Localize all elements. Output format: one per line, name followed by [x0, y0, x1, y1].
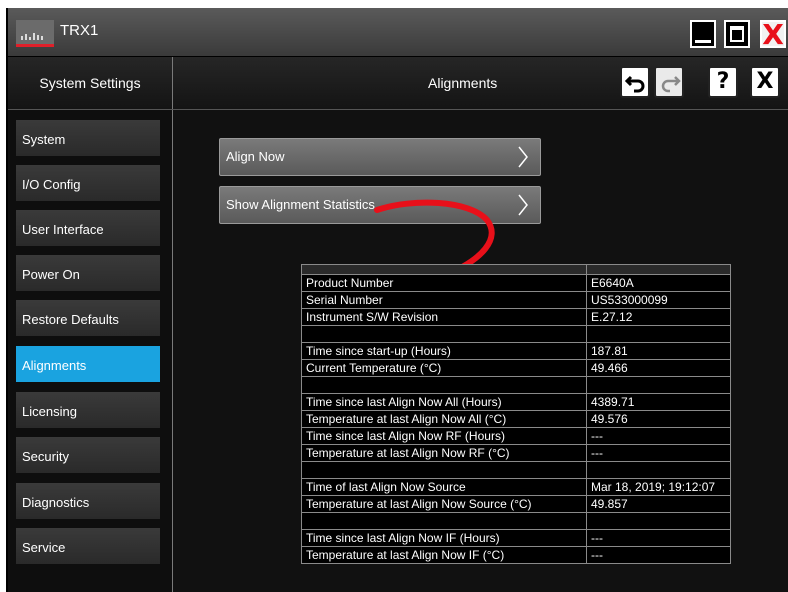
- chevron-right-icon: [518, 194, 528, 216]
- alignments-panel: Align Now Show Alignment Statistics Prod…: [173, 110, 788, 592]
- sidebar-item-power-on[interactable]: Power On: [16, 255, 160, 291]
- table-row: [301, 461, 731, 479]
- table-row: Temperature at last Align Now Source (°C…: [301, 495, 731, 513]
- help-button[interactable]: ?: [708, 66, 738, 98]
- table-row: Instrument S/W Revision E.27.12: [301, 308, 731, 326]
- table-row: Product Number E6640A: [301, 274, 731, 292]
- align-now-button[interactable]: Align Now: [219, 138, 541, 176]
- stat-value: [586, 461, 731, 479]
- stat-label: Serial Number: [301, 291, 587, 309]
- undo-icon: [625, 75, 645, 93]
- page-title: Alignments: [428, 75, 498, 91]
- sidebar-item-alignments[interactable]: Alignments: [16, 346, 160, 382]
- stat-value: [586, 376, 731, 394]
- close-panel-button[interactable]: X: [750, 66, 780, 98]
- sidebar-item-security[interactable]: Security: [16, 437, 160, 473]
- table-row: Time since start-up (Hours) 187.81: [301, 342, 731, 360]
- sidebar-item-user-interface[interactable]: User Interface: [16, 210, 160, 246]
- stat-value: 4389.71: [586, 393, 731, 411]
- stat-value: [586, 325, 731, 343]
- chevron-right-icon: [518, 146, 528, 168]
- table-row: [301, 376, 731, 394]
- window-close-button[interactable]: X: [760, 18, 786, 51]
- redo-icon: [661, 76, 681, 93]
- sidebar-item-io-config[interactable]: I/O Config: [16, 165, 160, 201]
- window-title: TRX1: [60, 22, 99, 39]
- stat-label: Time since start-up (Hours): [301, 342, 587, 360]
- sidebar-item-system[interactable]: System: [16, 120, 160, 156]
- sidebar-item-licensing[interactable]: Licensing: [16, 392, 160, 428]
- table-row: Serial Number US533000099: [301, 291, 731, 309]
- stat-value: 49.466: [586, 359, 731, 377]
- stat-label: [301, 512, 587, 530]
- table-row: Time since last Align Now RF (Hours) ---: [301, 427, 731, 445]
- stat-label: [301, 376, 587, 394]
- sidebar-item-restore-defaults[interactable]: Restore Defaults: [16, 300, 160, 336]
- app-window: TRX1 X System Settings Alignments ? X Sy…: [6, 8, 788, 592]
- stat-label: Time since last Align Now All (Hours): [301, 393, 587, 411]
- stat-value: ---: [586, 529, 731, 547]
- stat-label: Temperature at last Align Now Source (°C…: [301, 495, 587, 513]
- stat-label: Time since last Align Now RF (Hours): [301, 427, 587, 445]
- minimize-button[interactable]: [690, 20, 716, 48]
- stat-label: Time of last Align Now Source: [301, 478, 587, 496]
- table-row: Time since last Align Now All (Hours) 438…: [301, 393, 731, 411]
- table-row: Temperature at last Align Now All (°C) 49…: [301, 410, 731, 428]
- stat-value: E.27.12: [586, 308, 731, 326]
- stat-label: Temperature at last Align Now RF (°C): [301, 444, 587, 462]
- title-bar: TRX1 X: [8, 8, 788, 57]
- stat-value: ---: [586, 444, 731, 462]
- stat-value: 49.857: [586, 495, 731, 513]
- section-title: System Settings: [8, 57, 173, 109]
- stat-value: 49.576: [586, 410, 731, 428]
- maximize-button[interactable]: [724, 20, 750, 48]
- table-row: Temperature at last Align Now RF (°C) ---: [301, 444, 731, 462]
- stat-value: ---: [586, 546, 731, 564]
- stat-value: ---: [586, 427, 731, 445]
- stat-label: Time since last Align Now IF (Hours): [301, 529, 587, 547]
- stat-value: US533000099: [586, 291, 731, 309]
- table-row: Time of last Align Now Source Mar 18, 201…: [301, 478, 731, 496]
- stat-label: [301, 461, 587, 479]
- table-row: [301, 512, 731, 530]
- table-row: [301, 325, 731, 343]
- stat-value: E6640A: [586, 274, 731, 292]
- stat-label: [301, 325, 587, 343]
- show-alignment-statistics-label: Show Alignment Statistics: [226, 197, 375, 212]
- table-row: Temperature at last Align Now IF (°C) ---: [301, 546, 731, 564]
- stat-label: Product Number: [301, 274, 587, 292]
- sidebar-item-service[interactable]: Service: [16, 528, 160, 564]
- sidebar-item-diagnostics[interactable]: Diagnostics: [16, 483, 160, 519]
- align-now-label: Align Now: [226, 149, 285, 164]
- stat-label: Instrument S/W Revision: [301, 308, 587, 326]
- stat-label: Temperature at last Align Now IF (°C): [301, 546, 587, 564]
- settings-header: System Settings Alignments ? X: [8, 57, 788, 110]
- stat-label: Current Temperature (°C): [301, 359, 587, 377]
- stat-value: [586, 512, 731, 530]
- stat-label: Temperature at last Align Now All (°C): [301, 410, 587, 428]
- table-header-strip: [301, 264, 731, 275]
- table-row: Current Temperature (°C) 49.466: [301, 359, 731, 377]
- stat-value: Mar 18, 2019; 19:12:07: [586, 478, 731, 496]
- stat-value: 187.81: [586, 342, 731, 360]
- redo-button[interactable]: [654, 66, 684, 98]
- close-icon: X: [762, 18, 784, 51]
- app-logo-icon: [16, 20, 54, 47]
- table-row: Time since last Align Now IF (Hours) ---: [301, 529, 731, 547]
- alignment-statistics-table: Product Number E6640A Serial Number US53300…: [301, 264, 731, 564]
- undo-button[interactable]: [620, 66, 650, 98]
- sidebar: System I/O Config User Interface Power O…: [8, 110, 173, 592]
